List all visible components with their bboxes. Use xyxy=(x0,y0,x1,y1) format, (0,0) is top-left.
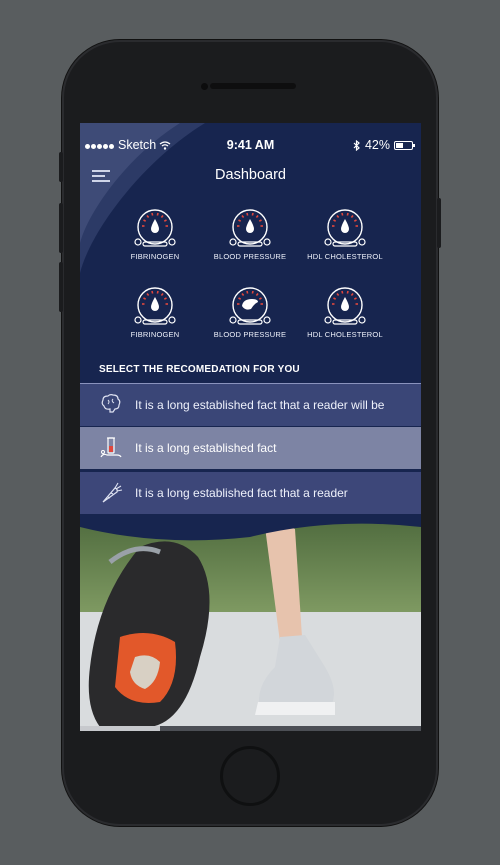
horizontal-scrollbar[interactable] xyxy=(80,726,421,731)
gauge-blood-pressure[interactable]: BLOOD PRESSURE xyxy=(200,206,300,278)
status-bar: Sketch 9:41 AM 42% xyxy=(80,135,421,153)
home-button[interactable] xyxy=(220,746,280,806)
gauge-label: HDL CHOLESTEROL xyxy=(307,330,383,339)
gauge-dial-icon xyxy=(134,287,176,325)
gauge-label: FIBRINOGEN xyxy=(130,252,180,261)
gauge-hdl-cholesterol[interactable]: HDL CHOLESTEROL xyxy=(295,206,395,278)
volume-up-button xyxy=(59,203,63,253)
gauge-dial-icon xyxy=(229,209,271,247)
gauge-label: BLOOD PRESSURE xyxy=(213,252,287,261)
status-right: 42% xyxy=(353,138,415,152)
gauge-blood-pressure-2[interactable]: BLOOD PRESSURE xyxy=(200,284,300,356)
bluetooth-icon xyxy=(353,139,360,151)
recommendation-item[interactable]: It is a long established fact that a rea… xyxy=(80,383,421,426)
gauge-label: HDL CHOLESTEROL xyxy=(307,252,383,261)
recommendation-heading: SELECT THE RECOMEDATION FOR YOU xyxy=(99,364,300,375)
power-button xyxy=(437,198,441,248)
recommendation-text: It is a long established fact that a rea… xyxy=(135,398,385,412)
gauge-dial-icon xyxy=(134,209,176,247)
gauge-fibrinogen[interactable]: FIBRINOGEN xyxy=(105,206,205,278)
gauge-label: BLOOD PRESSURE xyxy=(213,330,287,339)
volume-down-button xyxy=(59,262,63,312)
recommendation-text: It is a long established fact xyxy=(135,441,277,455)
gauge-dial-icon xyxy=(324,287,366,325)
page-title: Dashboard xyxy=(215,167,286,183)
gauge-dial-icon xyxy=(324,209,366,247)
brain-icon xyxy=(101,394,121,413)
battery-icon xyxy=(394,140,415,150)
battery-percent: 42% xyxy=(364,138,390,152)
gauge-fibrinogen-2[interactable]: FIBRINOGEN xyxy=(105,284,205,356)
running-shoes-photo xyxy=(80,517,421,731)
recommendation-item[interactable]: It is a long established fact that a rea… xyxy=(80,472,421,514)
app-screen: Sketch 9:41 AM 42% Dashboard FIBRINOGEN … xyxy=(80,123,421,731)
gauge-label: FIBRINOGEN xyxy=(130,330,180,339)
gauge-hdl-cholesterol-2[interactable]: HDL CHOLESTEROL xyxy=(295,284,395,356)
recommendation-item-selected[interactable]: It is a long established fact xyxy=(80,427,421,469)
front-camera xyxy=(201,83,208,90)
carrot-icon xyxy=(102,482,123,503)
lab-tube-icon xyxy=(100,437,122,458)
earpiece-speaker xyxy=(210,83,296,89)
scrollbar-thumb[interactable] xyxy=(80,726,160,731)
recommendation-text: It is a long established fact that a rea… xyxy=(135,486,348,500)
liver-gauge-icon xyxy=(229,287,271,325)
mute-switch xyxy=(59,152,63,182)
